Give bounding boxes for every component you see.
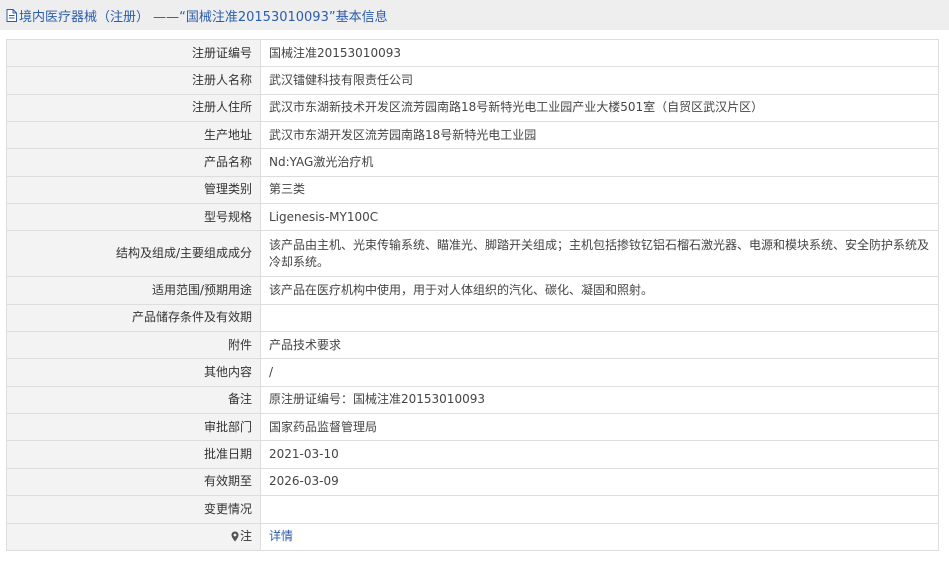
table-row-note: 注 详情 xyxy=(6,522,939,551)
table-row: 管理类别 第三类 xyxy=(6,175,939,205)
table-row: 批准日期 2021-03-10 xyxy=(6,440,939,469)
row-value: Ligenesis-MY100C xyxy=(260,203,939,232)
row-value: 第三类 xyxy=(260,175,939,205)
row-label: 附件 xyxy=(6,331,261,360)
table-row: 变更情况 xyxy=(6,495,939,524)
row-label: 产品名称 xyxy=(6,148,261,177)
row-value xyxy=(260,303,939,333)
row-value: 该产品由主机、光束传输系统、瞄准光、脚踏开关组成；主机包括掺钕钇铝石榴石激光器、… xyxy=(260,230,939,278)
row-value: / xyxy=(260,358,939,387)
row-label: 注册人名称 xyxy=(6,66,261,95)
table-row: 备注 原注册证编号：国械注准20153010093 xyxy=(6,385,939,415)
row-label: 产品储存条件及有效期 xyxy=(6,303,261,333)
row-value: 2026-03-09 xyxy=(260,467,939,497)
note-label: 注 xyxy=(239,529,252,544)
page-title: 境内医疗器械（注册） ——“国械注准20153010093”基本信息 xyxy=(19,9,388,25)
row-value: 武汉镭健科技有限责任公司 xyxy=(260,66,939,95)
table-row: 审批部门 国家药品监督管理局 xyxy=(6,413,939,442)
row-label: 适用范围/预期用途 xyxy=(6,276,261,305)
table-row: 产品储存条件及有效期 xyxy=(6,303,939,333)
table-row: 其他内容 / xyxy=(6,358,939,387)
map-pin-icon xyxy=(231,531,239,542)
row-label: 型号规格 xyxy=(6,203,261,232)
row-label: 结构及组成/主要组成成分 xyxy=(6,230,261,278)
row-label: 有效期至 xyxy=(6,467,261,497)
row-label: 注册人住所 xyxy=(6,93,261,123)
details-link[interactable]: 详情 xyxy=(269,529,293,543)
row-value: 国家药品监督管理局 xyxy=(260,413,939,442)
row-label: 其他内容 xyxy=(6,358,261,387)
note-label-cell: 注 xyxy=(6,522,261,551)
table-row: 生产地址 武汉市东湖开发区流芳园南路18号新特光电工业园 xyxy=(6,121,939,150)
row-label: 审批部门 xyxy=(6,413,261,442)
table-row: 结构及组成/主要组成成分 该产品由主机、光束传输系统、瞄准光、脚踏开关组成；主机包… xyxy=(6,230,939,278)
row-value: Nd:YAG激光治疗机 xyxy=(260,148,939,177)
document-icon xyxy=(6,8,17,22)
row-label: 管理类别 xyxy=(6,175,261,205)
table-row: 注册人名称 武汉镭健科技有限责任公司 xyxy=(6,66,939,95)
row-label: 变更情况 xyxy=(6,495,261,524)
row-value: 国械注准20153010093 xyxy=(260,38,939,68)
table-row: 产品名称 Nd:YAG激光治疗机 xyxy=(6,148,939,177)
row-value: 2021-03-10 xyxy=(260,440,939,469)
row-value xyxy=(260,495,939,524)
table-row: 注册证编号 国械注准20153010093 xyxy=(6,38,939,68)
table-row: 型号规格 Ligenesis-MY100C xyxy=(6,203,939,232)
row-value: 产品技术要求 xyxy=(260,331,939,360)
table-row: 有效期至 2026-03-09 xyxy=(6,467,939,497)
row-label: 批准日期 xyxy=(6,440,261,469)
row-label: 生产地址 xyxy=(6,121,261,150)
table-row: 附件 产品技术要求 xyxy=(6,331,939,360)
row-label: 注册证编号 xyxy=(6,38,261,68)
row-value: 武汉市东湖新技术开发区流芳园南路18号新特光电工业园产业大楼501室（自贸区武汉… xyxy=(260,93,939,123)
table-row: 注册人住所 武汉市东湖新技术开发区流芳园南路18号新特光电工业园产业大楼501室（… xyxy=(6,93,939,123)
row-label: 备注 xyxy=(6,385,261,415)
row-value: 武汉市东湖开发区流芳园南路18号新特光电工业园 xyxy=(260,121,939,150)
info-table: 注册证编号 国械注准20153010093 注册人名称 武汉镭健科技有限责任公司 注册人… xyxy=(6,38,939,551)
row-value: 该产品在医疗机构中使用，用于对人体组织的汽化、碳化、凝固和照射。 xyxy=(260,276,939,305)
note-value-cell: 详情 xyxy=(260,522,939,551)
table-row: 适用范围/预期用途 该产品在医疗机构中使用，用于对人体组织的汽化、碳化、凝固和照射… xyxy=(6,276,939,305)
page-header: 境内医疗器械（注册） ——“国械注准20153010093”基本信息 xyxy=(0,0,949,30)
row-value: 原注册证编号：国械注准20153010093 xyxy=(260,385,939,415)
